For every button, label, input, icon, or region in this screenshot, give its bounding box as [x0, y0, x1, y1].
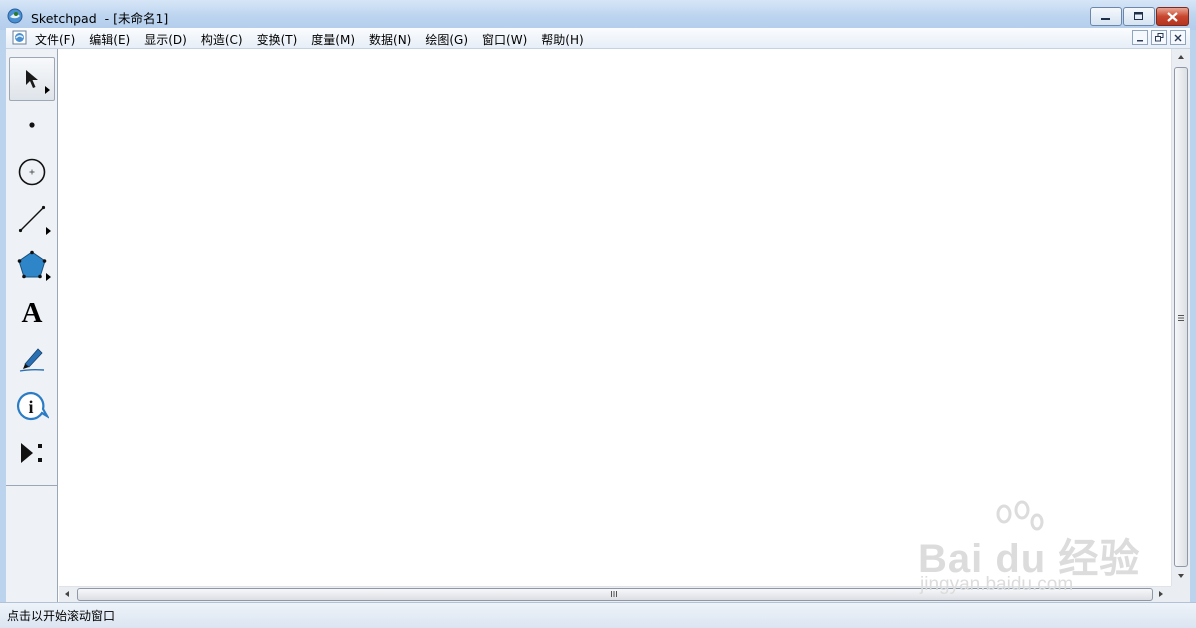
close-icon: [1167, 11, 1178, 22]
pentagon-icon: [17, 250, 47, 279]
window-title: Sketchpad - [未命名1]: [31, 11, 169, 26]
arrow-tool[interactable]: [9, 57, 55, 101]
status-bar: 点击以开始滚动窗口: [0, 602, 1196, 628]
text-tool[interactable]: A: [9, 291, 55, 335]
minimize-icon: [1101, 17, 1110, 20]
circle-icon: [18, 158, 46, 186]
vertical-scrollbar[interactable]: [1171, 49, 1190, 586]
point-icon: [29, 122, 35, 128]
svg-text:i: i: [28, 397, 33, 417]
info-icon: i: [16, 391, 49, 421]
menu-window[interactable]: 窗口(W): [482, 31, 527, 48]
menu-edit[interactable]: 编辑(E): [89, 31, 130, 48]
scroll-down-arrow-icon[interactable]: [1178, 574, 1184, 578]
doc-minimize-button[interactable]: [1132, 30, 1148, 45]
horizontal-scroll-thumb[interactable]: [77, 588, 1153, 601]
toolbox-divider: [6, 485, 57, 486]
marker-pen-icon: [19, 348, 45, 372]
grip-icon: [611, 591, 617, 597]
more-tools-arrow-icon: [46, 273, 51, 281]
custom-tool[interactable]: [9, 431, 55, 475]
marker-tool[interactable]: [9, 337, 55, 381]
scrollbar-corner: [1171, 586, 1190, 602]
horizontal-scrollbar[interactable]: [59, 586, 1171, 602]
more-tools-arrow-icon: [46, 227, 51, 235]
point-tool[interactable]: [9, 103, 55, 147]
title-bar[interactable]: Sketchpad - [未命名1]: [0, 0, 1196, 30]
status-text: 点击以开始滚动窗口: [7, 609, 116, 623]
restore-icon: [1154, 33, 1163, 42]
menu-help[interactable]: 帮助(H): [541, 31, 583, 48]
menu-items: 文件(F) 编辑(E) 显示(D) 构造(C) 变换(T) 度量(M) 数据(N…: [35, 31, 598, 48]
menu-file[interactable]: 文件(F): [35, 31, 75, 48]
document-icon[interactable]: [12, 30, 27, 45]
toolbox: A i: [6, 49, 58, 602]
maximize-icon: [1134, 12, 1143, 20]
menu-measure[interactable]: 度量(M): [311, 31, 355, 48]
scroll-right-arrow-icon[interactable]: [1159, 591, 1163, 597]
menu-construct[interactable]: 构造(C): [201, 31, 243, 48]
document-window: A i: [6, 49, 1190, 602]
maximize-button[interactable]: [1123, 7, 1155, 26]
vertical-scroll-thumb[interactable]: [1174, 67, 1188, 567]
doc-close-button[interactable]: [1170, 30, 1186, 45]
straightedge-tool[interactable]: [9, 197, 55, 241]
menu-bar: 文件(F) 编辑(E) 显示(D) 构造(C) 变换(T) 度量(M) 数据(N…: [6, 28, 1190, 49]
custom-tool-icon: [21, 443, 42, 463]
grip-icon: [1178, 315, 1184, 321]
scroll-left-arrow-icon[interactable]: [65, 591, 69, 597]
compass-tool[interactable]: [9, 150, 55, 194]
menu-data[interactable]: 数据(N): [369, 31, 411, 48]
menu-graph[interactable]: 绘图(G): [425, 31, 468, 48]
close-button[interactable]: [1156, 7, 1189, 26]
line-segment-icon: [18, 205, 46, 233]
minimize-icon: [1137, 39, 1143, 41]
sketch-canvas[interactable]: [59, 49, 1171, 586]
polygon-tool[interactable]: [9, 243, 55, 287]
doc-restore-button[interactable]: [1151, 30, 1167, 45]
arrow-pointer-icon: [26, 70, 38, 88]
text-a-icon: A: [21, 296, 43, 329]
menu-transform[interactable]: 变换(T): [257, 31, 298, 48]
menu-display[interactable]: 显示(D): [144, 31, 187, 48]
minimize-button[interactable]: [1090, 7, 1122, 26]
more-tools-arrow-icon: [45, 86, 50, 94]
scroll-up-arrow-icon[interactable]: [1178, 55, 1184, 59]
information-tool[interactable]: i: [9, 384, 55, 428]
close-icon: [1174, 34, 1182, 41]
sketchpad-globe-icon: [7, 8, 23, 24]
